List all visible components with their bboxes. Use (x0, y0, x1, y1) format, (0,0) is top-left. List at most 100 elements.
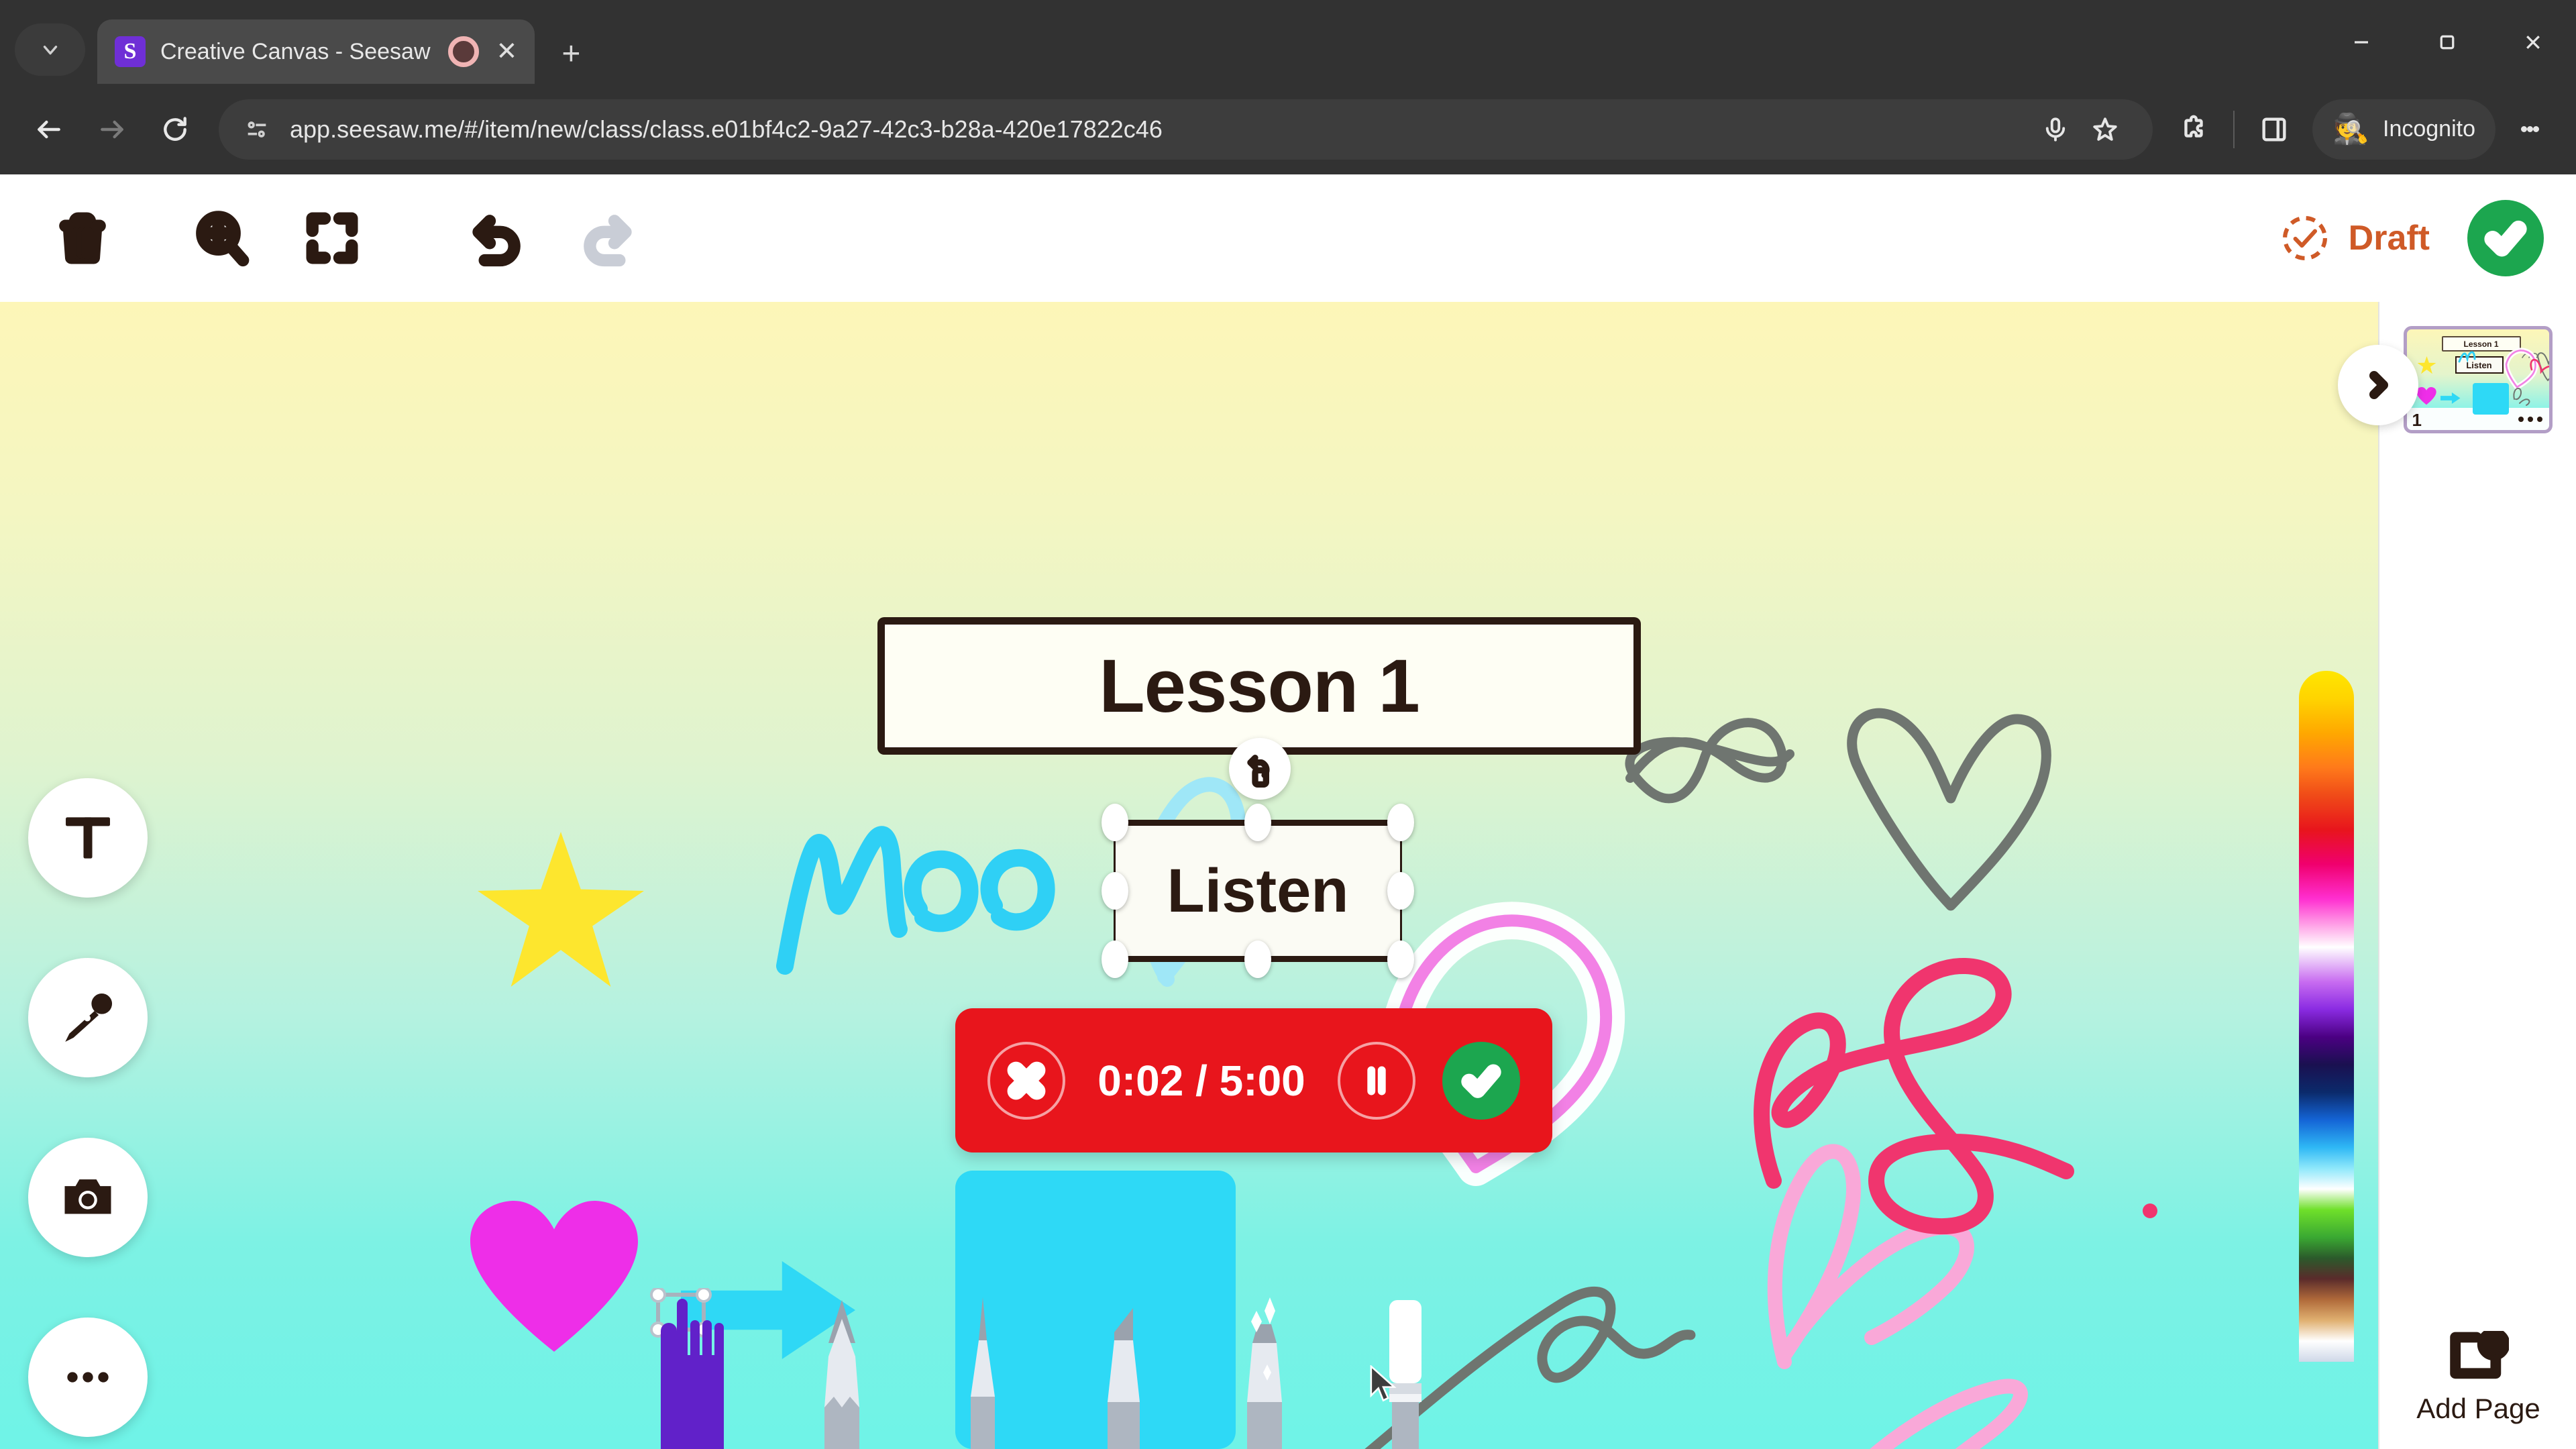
tab-title: Creative Canvas - Seesaw (160, 38, 431, 64)
resize-handle-w[interactable] (1102, 872, 1128, 910)
magenta-heart-shape[interactable] (470, 1201, 639, 1355)
menu-dot (2518, 417, 2524, 422)
maximize-button[interactable] (2404, 0, 2490, 84)
pencil-tool-button[interactable] (771, 1295, 912, 1449)
redo-icon (584, 215, 632, 267)
recording-time: 0:02 / 5:00 (1097, 1056, 1305, 1105)
page-number: 1 (2412, 410, 2422, 430)
new-tab-button[interactable]: + (561, 38, 580, 70)
menu-dot (2536, 417, 2542, 422)
browser-menu-button[interactable] (2501, 101, 2559, 158)
resize-handle-se[interactable] (1387, 941, 1414, 978)
canvas-area[interactable]: Lesson 1 Listen 0:02 / 5:00 (0, 302, 2378, 1449)
gray-star-scribble (1625, 718, 1794, 804)
kebab-dot (2520, 126, 2527, 132)
forward-button[interactable] (80, 98, 144, 161)
minimize-icon (2355, 40, 2368, 44)
ellipsis-icon (67, 1372, 109, 1383)
next-page-button[interactable] (2338, 345, 2418, 425)
chevron-right-icon (2369, 371, 2388, 399)
page-thumbnail[interactable]: Lesson 1 Listen 1 (2403, 326, 2553, 433)
bookmark-button[interactable] (2080, 105, 2130, 154)
camera-icon (64, 1179, 111, 1214)
save-done-button[interactable] (2467, 200, 2544, 276)
handwriting-moo-o2 (980, 849, 1055, 931)
resize-handle-e[interactable] (1387, 872, 1414, 910)
eraser-tool-button[interactable] (1335, 1295, 1476, 1449)
microphone-icon (2046, 117, 2065, 142)
voice-search-button[interactable] (2031, 105, 2080, 154)
add-page-label: Add Page (2416, 1393, 2540, 1424)
browser-tab[interactable]: S Creative Canvas - Seesaw ✕ (97, 19, 535, 84)
glitter-pen-tool-button[interactable] (1194, 1295, 1335, 1449)
omnibox-actions (2031, 105, 2130, 154)
lesson-title-box[interactable]: Lesson 1 (877, 617, 1641, 755)
drawing-tools-bar (0, 1275, 2378, 1449)
rotate-handle-button[interactable] (1229, 738, 1291, 800)
resize-handle-ne[interactable] (1387, 804, 1414, 841)
minimize-button[interactable] (2318, 0, 2404, 84)
eraser-icon (1389, 1300, 1421, 1449)
lesson-title-text: Lesson 1 (1099, 644, 1420, 728)
incognito-indicator[interactable]: 🕵 Incognito (2312, 99, 2496, 160)
microphone-icon (65, 993, 113, 1042)
chevron-down-icon (43, 46, 57, 55)
resize-handle-n[interactable] (1244, 804, 1271, 841)
status-label: Draft (2348, 219, 2430, 258)
maximize-icon (2440, 35, 2455, 49)
resize-handle-sw[interactable] (1102, 941, 1128, 978)
address-bar[interactable]: app.seesaw.me/#/item/new/class/class.e01… (219, 99, 2153, 160)
text-tool-button[interactable] (28, 778, 148, 898)
more-tools-button[interactable] (28, 1318, 148, 1437)
page-menu-button[interactable] (2518, 417, 2542, 422)
browser-toolbar: app.seesaw.me/#/item/new/class/class.e01… (0, 84, 2576, 174)
app-toolbar: Draft (0, 174, 2576, 302)
cancel-recording-button[interactable] (987, 1041, 1066, 1120)
pen-tool-button[interactable] (912, 1295, 1053, 1449)
gray-heart-doodle (1847, 708, 2051, 911)
pen-icon (971, 1297, 995, 1449)
toolbar-divider (2233, 110, 2235, 148)
zoom-in-icon (196, 211, 250, 267)
site-settings-icon (248, 121, 266, 138)
reload-button[interactable] (144, 98, 207, 161)
add-page-button[interactable]: Add Page (2379, 1331, 2576, 1425)
pink-light-scribble-1 (1767, 1144, 1974, 1369)
audio-recording-bar: 0:02 / 5:00 (955, 1008, 1552, 1152)
resize-handle-nw[interactable] (1102, 804, 1128, 841)
status-badge[interactable]: Draft (2279, 212, 2430, 264)
photo-tool-button[interactable] (28, 1138, 148, 1257)
site-settings-button[interactable] (241, 114, 272, 145)
tab-recording-indicator-icon[interactable] (447, 36, 479, 67)
marker-tool-button[interactable] (1053, 1295, 1194, 1449)
undo-button[interactable] (447, 188, 547, 288)
tab-search-button[interactable] (15, 23, 85, 76)
handwriting-moo-m (776, 826, 908, 975)
yellow-star-shape[interactable] (478, 832, 644, 987)
tab-strip: S Creative Canvas - Seesaw ✕ + (0, 0, 2576, 84)
delete-button[interactable] (32, 188, 133, 288)
extensions-button[interactable] (2165, 101, 2222, 158)
accept-recording-button[interactable] (1442, 1041, 1520, 1120)
move-tool-button[interactable] (631, 1288, 771, 1449)
canvas-surface[interactable]: Lesson 1 Listen 0:02 / 5:00 (0, 302, 2378, 1449)
resize-handle-s[interactable] (1244, 941, 1271, 978)
undo-icon (472, 215, 521, 267)
back-button[interactable] (17, 98, 80, 161)
close-button[interactable] (2490, 0, 2576, 84)
seesaw-favicon: S (115, 36, 146, 67)
browser-window: S Creative Canvas - Seesaw ✕ + app.seesa… (0, 0, 2576, 1449)
audio-tool-button[interactable] (28, 958, 148, 1077)
puzzle-icon (2184, 115, 2203, 138)
url-text: app.seesaw.me/#/item/new/class/class.e01… (290, 115, 1163, 143)
fit-to-screen-button[interactable] (282, 188, 382, 288)
tab-close-icon[interactable]: ✕ (496, 39, 518, 64)
side-panel-button[interactable] (2245, 101, 2303, 158)
redo-button[interactable] (557, 188, 657, 288)
hotpink-dot (2143, 1203, 2157, 1218)
pause-recording-button[interactable] (1337, 1041, 1415, 1120)
pink-light-scribble-2 (1870, 1379, 2028, 1449)
left-tool-rail (28, 778, 172, 1449)
zoom-in-button[interactable] (172, 188, 272, 288)
color-gradient-strip[interactable] (2299, 671, 2354, 1362)
